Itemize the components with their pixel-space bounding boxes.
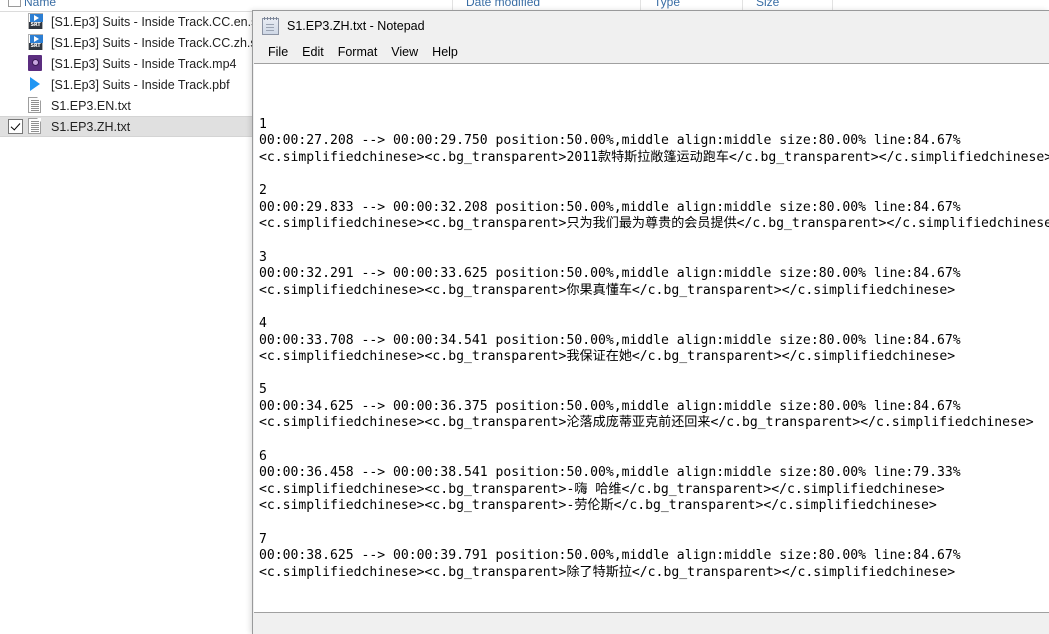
file-list-item[interactable]: [S1.Ep3] Suits - Inside Track.CC.zh.srt	[0, 32, 264, 53]
notepad-icon	[262, 16, 279, 35]
mp4-file-icon	[28, 54, 44, 73]
file-name-label: [S1.Ep3] Suits - Inside Track.CC.en.srt	[51, 14, 265, 29]
column-header-name[interactable]: Name	[24, 0, 56, 11]
file-list-item[interactable]: S1.EP3.EN.txt	[0, 95, 252, 116]
file-name-label: [S1.Ep3] Suits - Inside Track.pbf	[51, 77, 230, 92]
file-name-label: S1.EP3.EN.txt	[51, 98, 131, 113]
txt-file-icon	[28, 117, 44, 136]
notepad-status-bar	[254, 612, 1049, 634]
file-name-label: S1.EP3.ZH.txt	[51, 119, 131, 134]
menu-item-view[interactable]: View	[384, 43, 425, 61]
file-list-item[interactable]: [S1.Ep3] Suits - Inside Track.CC.en.srt	[0, 11, 265, 32]
file-list-item-selected[interactable]: S1.EP3.ZH.txt	[0, 116, 252, 137]
file-list-item[interactable]: [S1.Ep3] Suits - Inside Track.mp4	[0, 53, 252, 74]
srt-file-icon	[28, 12, 44, 31]
explorer-empty-area[interactable]	[0, 145, 252, 634]
file-name-label: [S1.Ep3] Suits - Inside Track.CC.zh.srt	[51, 35, 265, 50]
notepad-title-bar[interactable]: S1.EP3.ZH.txt - Notepad	[253, 11, 1049, 41]
menu-item-help[interactable]: Help	[425, 43, 465, 61]
file-name-label: [S1.Ep3] Suits - Inside Track.mp4	[51, 56, 237, 71]
notepad-text-area[interactable]: 1 00:00:27.208 --> 00:00:29.750 position…	[254, 63, 1049, 621]
notepad-menu-bar: File Edit Format View Help	[253, 41, 1049, 63]
notepad-text-content: 1 00:00:27.208 --> 00:00:29.750 position…	[259, 116, 1049, 580]
notepad-window: S1.EP3.ZH.txt - Notepad File Edit Format…	[252, 10, 1049, 634]
menu-item-format[interactable]: Format	[331, 43, 385, 61]
txt-file-icon	[28, 96, 44, 115]
srt-file-icon	[28, 33, 44, 52]
menu-item-file[interactable]: File	[261, 43, 295, 61]
file-list-item[interactable]: [S1.Ep3] Suits - Inside Track.pbf	[0, 74, 252, 95]
select-all-checkbox[interactable]	[8, 0, 21, 7]
file-row-checkbox[interactable]	[8, 119, 23, 134]
window-title: S1.EP3.ZH.txt - Notepad	[287, 19, 425, 33]
pbf-file-icon	[28, 76, 44, 94]
menu-item-edit[interactable]: Edit	[295, 43, 331, 61]
